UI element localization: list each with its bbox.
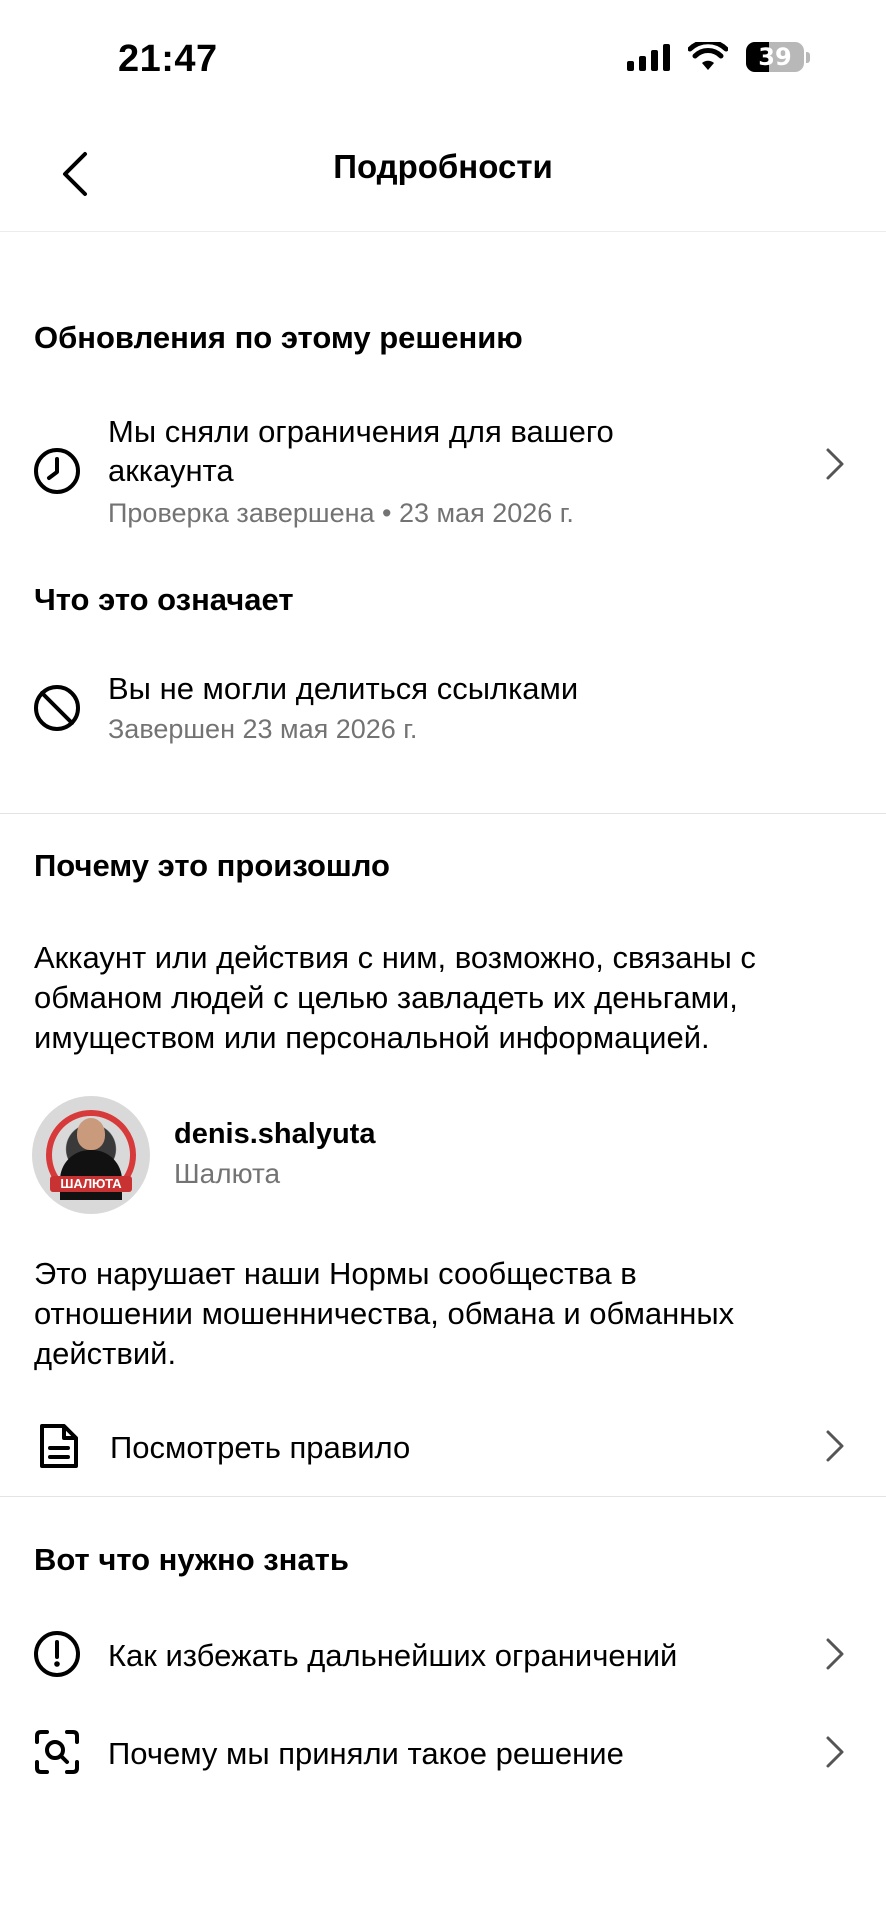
chevron-right-icon [822, 444, 848, 484]
restriction-lifted-item[interactable]: Мы сняли ограничения для вашего аккаунта… [0, 408, 886, 538]
violation-paragraph: Это нарушает наши Нормы сообщества в отн… [34, 1254, 854, 1374]
account-name: Шалюта [174, 1158, 281, 1189]
know-section-title: Вот что нужно знать [34, 1542, 349, 1577]
violation-line: действий. [34, 1336, 177, 1371]
links-restriction-label: Вы не могли делиться ссылками [108, 671, 579, 706]
alert-circle-icon [32, 1629, 82, 1679]
why-paragraph-line: Аккаунт или действия с ним, возможно, св… [34, 940, 756, 975]
header: Подробности [0, 120, 886, 232]
chevron-right-icon [822, 1426, 848, 1466]
status-icons: 39 [627, 42, 810, 72]
view-rule-label: Посмотреть правило [110, 1430, 411, 1465]
divider [0, 1496, 886, 1497]
battery-level: 39 [758, 43, 792, 71]
status-bar: 21:47 39 [0, 0, 886, 120]
why-section-title: Почему это произошло [34, 848, 390, 883]
avoid-restrictions-item[interactable]: Как избежать дальнейших ограничений [0, 1622, 886, 1686]
links-restriction-date: Завершен 23 мая 2026 г. [108, 714, 418, 744]
view-rule-item[interactable]: Посмотреть правило [0, 1414, 886, 1478]
battery-icon: 39 [746, 42, 804, 72]
why-decision-item[interactable]: Почему мы приняли такое решение [0, 1720, 886, 1784]
violation-line: Это нарушает наши Нормы сообщества в [34, 1256, 637, 1291]
why-paragraph-line: обманом людей с целью завладеть их деньг… [34, 980, 738, 1015]
document-icon [34, 1421, 84, 1471]
why-decision-label: Почему мы приняли такое решение [108, 1736, 624, 1771]
block-icon [32, 683, 82, 733]
divider [0, 813, 886, 814]
cellular-signal-icon [627, 43, 670, 71]
chevron-right-icon [822, 1634, 848, 1674]
avatar-label: ШАЛЮТА [50, 1176, 132, 1192]
links-restriction-item: Вы не могли делиться ссылками Завершен 2… [0, 665, 886, 765]
meaning-section-title: Что это означает [34, 582, 294, 617]
status-time: 21:47 [118, 38, 218, 80]
wifi-icon [688, 42, 728, 70]
updates-section-title: Обновления по этому решению [34, 320, 523, 355]
restriction-lifted-line2: аккаунта [108, 453, 234, 488]
avatar[interactable]: ШАЛЮТА [32, 1096, 150, 1214]
why-paragraph: Аккаунт или действия с ним, возможно, св… [34, 938, 854, 1058]
avoid-restrictions-label: Как избежать дальнейших ограничений [108, 1638, 678, 1673]
restriction-lifted-line1: Мы сняли ограничения для вашего [108, 414, 614, 449]
scan-search-icon [32, 1727, 82, 1777]
why-paragraph-line: имуществом или персональной информацией. [34, 1020, 710, 1055]
page-title: Подробности [333, 148, 553, 185]
review-status: Проверка завершена • 23 мая 2026 г. [108, 498, 574, 528]
chevron-right-icon [822, 1732, 848, 1772]
violation-line: отношении мошенничества, обмана и обманн… [34, 1296, 735, 1331]
clock-icon [32, 446, 82, 496]
account-username[interactable]: denis.shalyuta [174, 1118, 375, 1151]
